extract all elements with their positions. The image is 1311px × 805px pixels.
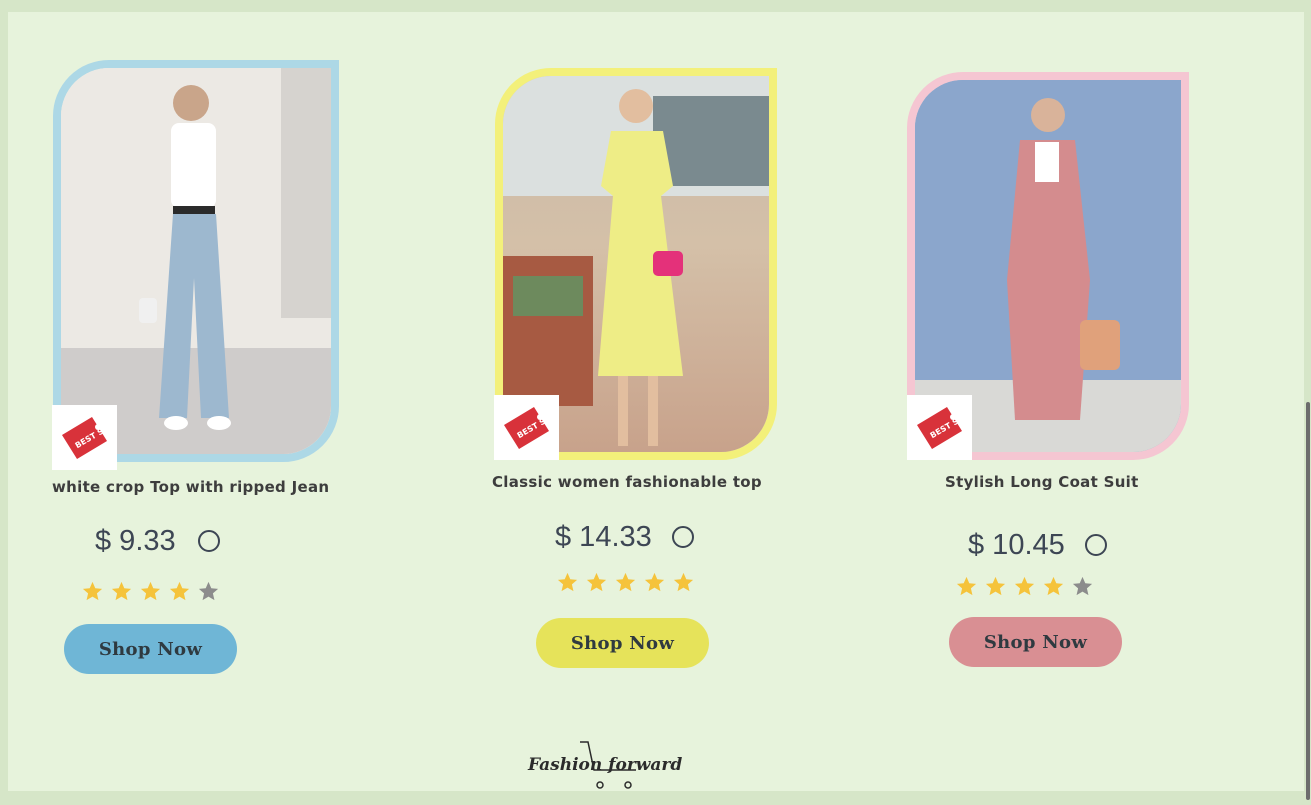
product-price-3: $ 10.45 [968,529,1065,561]
best-seller-badge-3: BEST SELLER [907,395,984,460]
currency-icon [198,530,220,552]
product-title-2: Classic women fashionable top [492,473,762,491]
product-title-1: white crop Top with ripped Jean [52,478,330,496]
star-filled-icon [557,572,578,592]
star-filled-icon [140,581,161,601]
star-filled-icon [644,572,665,592]
brand-name: Fashion forward [528,755,683,775]
star-empty-icon [198,581,219,601]
rating-stars-3 [955,575,1094,598]
star-filled-icon [82,581,103,601]
shop-now-button-3[interactable]: Shop Now [949,617,1122,667]
product-price-2: $ 14.33 [555,521,652,553]
best-seller-badge-2: BEST SELLER [494,395,571,460]
price-tag-icon: BEST SELLER [504,403,571,449]
star-filled-icon [1014,576,1035,596]
brand-logo[interactable]: Fashion forward [528,740,703,795]
star-empty-icon [1072,576,1093,596]
product-title-3: Stylish Long Coat Suit [945,473,1139,491]
currency-icon [1085,534,1107,556]
star-filled-icon [169,581,190,601]
star-filled-icon [1043,576,1064,596]
product-photo-1[interactable] [53,60,339,462]
scrollbar[interactable] [1306,402,1310,800]
price-tag-icon: BEST SELLER [62,413,129,459]
best-seller-badge-1: BEST SELLER [52,405,129,470]
product-price-1: $ 9.33 [95,525,176,557]
star-filled-icon [615,572,636,592]
star-filled-icon [985,576,1006,596]
star-filled-icon [586,572,607,592]
shop-now-button-2[interactable]: Shop Now [536,618,709,668]
price-tag-icon: BEST SELLER [917,403,984,449]
rating-stars-1 [81,580,220,603]
star-filled-icon [673,572,694,592]
star-filled-icon [111,581,132,601]
rating-stars-2 [556,571,695,594]
shop-now-button-1[interactable]: Shop Now [64,624,237,674]
currency-icon [672,526,694,548]
star-filled-icon [956,576,977,596]
model-illustration-1 [61,68,331,454]
